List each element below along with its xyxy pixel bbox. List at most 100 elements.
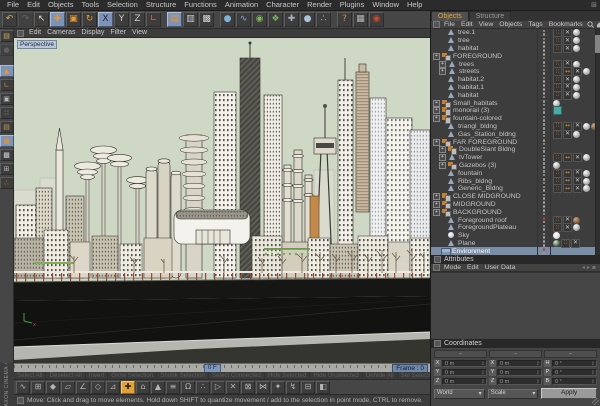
edge-mode-icon[interactable]: ▤ — [0, 121, 14, 133]
render-visibility-dot[interactable] — [543, 72, 546, 75]
coordinate-system-icon[interactable]: ∟ — [146, 12, 161, 27]
expander-icon[interactable]: + — [433, 100, 440, 107]
editor-visibility-dot[interactable] — [543, 45, 546, 48]
editor-visibility-dot[interactable] — [543, 77, 546, 80]
editor-visibility-dot[interactable] — [543, 194, 546, 197]
render-visibility-dot[interactable] — [543, 41, 546, 44]
coordinate-column-header-1[interactable]: – — [434, 350, 487, 358]
object-row[interactable]: Generic_Bldng∷↔✕ — [431, 185, 600, 193]
structure-tool-icon-9[interactable]: ⌂ — [136, 381, 150, 394]
expander-icon[interactable]: + — [439, 68, 446, 75]
material-tag-icon[interactable] — [573, 217, 580, 224]
phong-tag-icon[interactable] — [583, 170, 590, 177]
viewport-menu-icon[interactable] — [17, 30, 24, 37]
render-visibility-dot[interactable] — [543, 135, 546, 138]
object-row[interactable]: fountain∷↔✕ — [431, 169, 600, 177]
object-row[interactable]: +monorail (3) — [431, 107, 600, 115]
coordinate-value-field[interactable]: 0 m↕ — [442, 378, 487, 385]
editor-visibility-dot[interactable] — [543, 38, 546, 41]
editor-visibility-dot[interactable] — [543, 116, 546, 119]
editor-visibility-dot[interactable] — [543, 209, 546, 212]
render-visibility-dot[interactable] — [543, 111, 546, 114]
structure-tool-icon-5[interactable]: ∠ — [76, 381, 90, 394]
snap-settings-icon[interactable]: ∴ — [0, 177, 14, 189]
editor-visibility-dot[interactable] — [543, 69, 546, 72]
editor-visibility-dot[interactable] — [543, 225, 546, 228]
phong-tag-icon[interactable] — [553, 162, 560, 169]
objects-panel-menu-item-objects[interactable]: Objects — [496, 21, 525, 28]
polygon-mode-icon[interactable]: ▦ — [0, 135, 14, 147]
undo-icon[interactable]: ↶ — [2, 12, 17, 27]
point-mode-icon[interactable]: ∷ — [0, 107, 14, 119]
phong-tag-icon[interactable] — [583, 68, 590, 75]
editor-visibility-dot[interactable] — [543, 233, 546, 236]
structure-tool-icon-10[interactable]: ▲ — [151, 381, 165, 394]
live-selection-icon[interactable]: ↖ — [34, 12, 49, 27]
coordinate-value-field[interactable]: 0 m↕ — [442, 369, 487, 376]
object-row[interactable]: habitat∷✕ — [431, 91, 600, 99]
render-visibility-dot[interactable] — [543, 127, 546, 130]
object-row[interactable]: Gas_Station_bldng∷✕ — [431, 130, 600, 138]
render-visibility-dot[interactable] — [543, 119, 546, 122]
expander-icon[interactable]: + — [433, 53, 440, 60]
visibility-dots[interactable] — [537, 146, 550, 154]
render-visibility-dot[interactable] — [543, 158, 546, 161]
home-icon[interactable] — [596, 21, 600, 28]
history-forward-icon[interactable]: ▸ — [587, 264, 590, 271]
editor-visibility-dot[interactable] — [543, 178, 546, 181]
visibility-dots[interactable] — [537, 240, 550, 248]
x-axis-lock-icon[interactable]: X — [98, 12, 113, 27]
objects-panel-menu-item-edit[interactable]: Edit — [458, 21, 476, 28]
earth-material-tag-icon[interactable] — [553, 240, 560, 247]
structure-tool-icon-8[interactable]: ✚ — [121, 381, 135, 394]
viewport-menu-item-view[interactable]: View — [129, 29, 150, 37]
stepper-icon[interactable]: ↕ — [536, 361, 540, 366]
apply-button[interactable]: Apply — [541, 388, 597, 399]
structure-tool-icon-16[interactable]: ⊠ — [241, 381, 255, 394]
objects-panel-menu-item-tags[interactable]: Tags — [525, 21, 545, 28]
render-region-icon[interactable]: ● — [0, 44, 14, 56]
editor-visibility-dot[interactable] — [543, 123, 546, 126]
search-icon[interactable] — [587, 21, 594, 28]
tree-scrollbar[interactable] — [595, 29, 600, 255]
structure-tool-icon-4[interactable]: ▱ — [61, 381, 75, 394]
structure-tool-icon-6[interactable]: ◇ — [91, 381, 105, 394]
visibility-dots[interactable] — [537, 45, 550, 53]
structure-tool-icon-3[interactable]: ◆ — [46, 381, 60, 394]
visibility-dots[interactable] — [537, 162, 550, 170]
stepper-icon[interactable]: ↕ — [536, 379, 540, 384]
attributes-menu-item-mode[interactable]: Mode — [441, 264, 464, 271]
object-row[interactable]: tree∷✕ — [431, 37, 600, 45]
menubar-item-functions[interactable]: Functions — [180, 0, 221, 10]
render-visibility-dot[interactable] — [543, 221, 546, 224]
objects-panel-menu-item-file[interactable]: File — [441, 21, 458, 28]
menubar-item-window[interactable]: Window — [368, 0, 403, 10]
viewport-menu-item-filter[interactable]: Filter — [107, 29, 129, 37]
expander-icon[interactable]: + — [433, 139, 440, 146]
render-visibility-dot[interactable] — [543, 213, 546, 216]
model-mode-icon[interactable]: ∟ — [0, 79, 14, 91]
editor-visibility-dot[interactable] — [543, 108, 546, 111]
coordinate-value-field[interactable]: 0 °↕ — [552, 369, 597, 376]
menubar-item-animation[interactable]: Animation — [221, 0, 262, 10]
stepper-icon[interactable]: ↕ — [536, 370, 540, 375]
menubar-item-render[interactable]: Render — [303, 0, 336, 10]
editor-visibility-dot[interactable] — [543, 217, 546, 220]
tab-structure[interactable]: Structure — [469, 11, 511, 21]
visibility-dots[interactable] — [537, 177, 550, 185]
viewport-canvas[interactable]: x Perspective — [14, 38, 430, 363]
visibility-dots[interactable] — [537, 84, 550, 92]
editor-visibility-dot[interactable] — [543, 30, 546, 33]
visibility-dots[interactable] — [537, 193, 550, 201]
attributes-menu-item-user-data[interactable]: User Data — [482, 264, 519, 271]
history-back-icon[interactable]: ◂ — [582, 264, 585, 271]
visibility-dots[interactable] — [537, 99, 550, 107]
visibility-dots[interactable] — [537, 91, 550, 99]
editor-visibility-dot[interactable] — [543, 147, 546, 150]
visibility-dots[interactable] — [537, 76, 550, 84]
visibility-dots[interactable] — [537, 138, 550, 146]
tree-scrollbar-thumb[interactable] — [595, 35, 600, 53]
object-row[interactable]: habitat.2∷✕ — [431, 76, 600, 84]
render-visibility-dot[interactable] — [543, 80, 546, 83]
phong-tag-icon[interactable] — [573, 76, 580, 83]
